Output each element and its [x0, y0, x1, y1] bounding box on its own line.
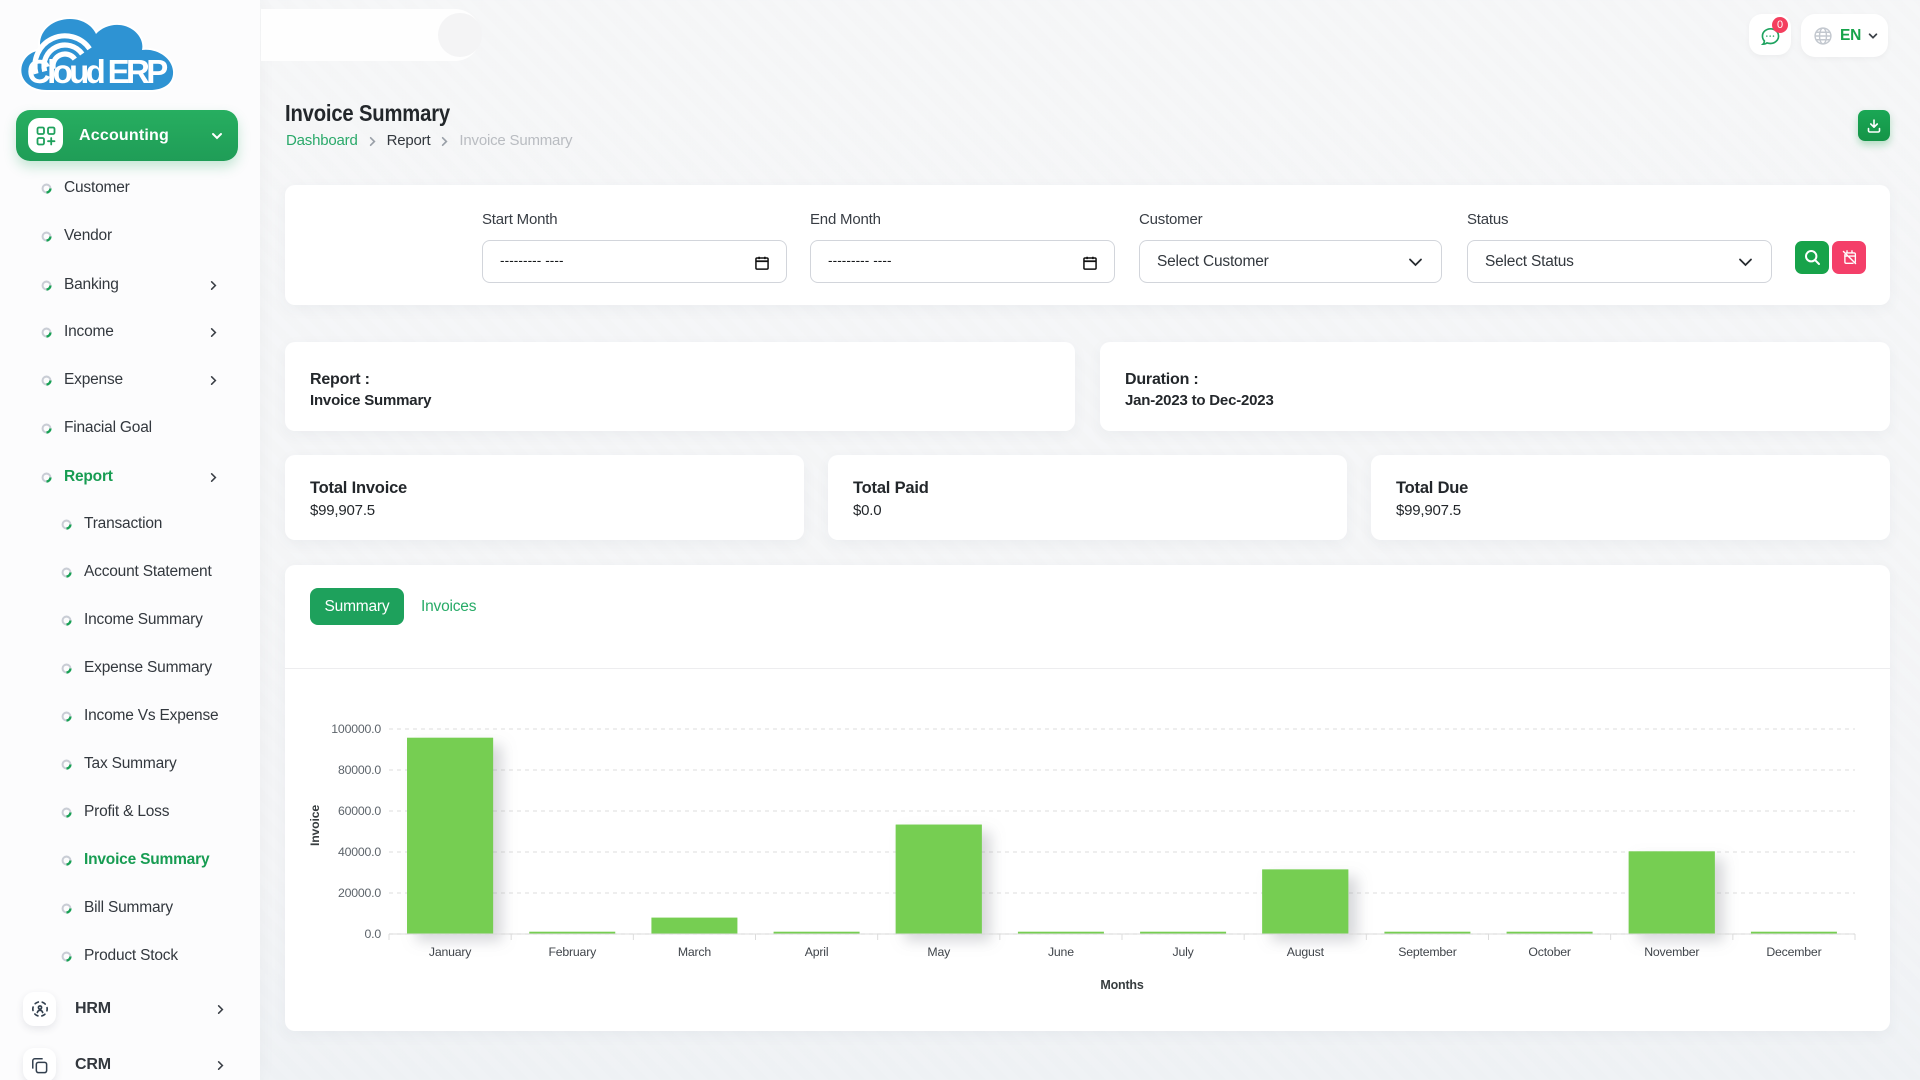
svg-text:Cloud ERP: Cloud ERP: [27, 53, 168, 90]
svg-text:April: April: [805, 945, 829, 959]
svg-text:July: July: [1173, 945, 1195, 959]
svg-text:October: October: [1528, 945, 1570, 959]
svg-text:60000.0: 60000.0: [338, 804, 381, 818]
svg-text:November: November: [1644, 945, 1699, 959]
svg-text:100000.0: 100000.0: [331, 722, 381, 736]
svg-text:Invoice: Invoice: [308, 805, 322, 846]
svg-text:January: January: [429, 945, 472, 959]
svg-text:February: February: [548, 945, 597, 959]
svg-text:September: September: [1398, 945, 1456, 959]
svg-text:40000.0: 40000.0: [338, 845, 381, 859]
svg-text:0.0: 0.0: [365, 927, 382, 941]
svg-text:December: December: [1766, 945, 1821, 959]
svg-text:May: May: [927, 945, 951, 959]
svg-text:March: March: [678, 945, 712, 959]
svg-text:Months: Months: [1100, 978, 1143, 992]
svg-text:20000.0: 20000.0: [338, 886, 381, 900]
svg-text:80000.0: 80000.0: [338, 763, 381, 777]
svg-text:June: June: [1048, 945, 1074, 959]
svg-text:August: August: [1287, 945, 1325, 959]
